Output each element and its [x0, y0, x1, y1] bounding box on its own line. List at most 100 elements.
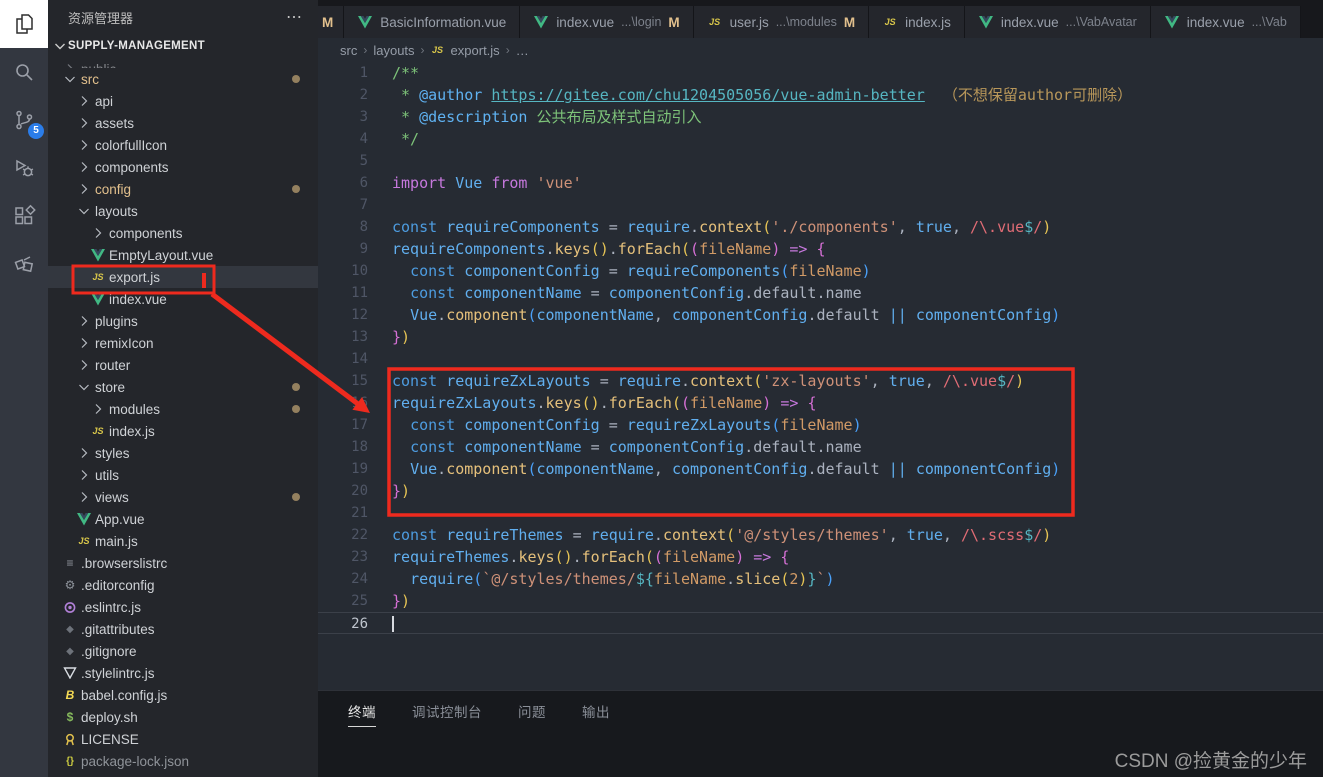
more-actions-icon[interactable]: ⋯: [286, 7, 304, 27]
tree-item-index.vue[interactable]: index.vue: [48, 288, 318, 310]
tree-item-api[interactable]: api: [48, 90, 318, 112]
code-line-9[interactable]: 9 requireComponents.keys().forEach((fileN…: [318, 238, 1323, 260]
code-line-19[interactable]: 19 Vue.component(componentName, componen…: [318, 458, 1323, 480]
tree-item-.gitignore[interactable]: ◆ .gitignore: [48, 640, 318, 662]
line-number: 17: [351, 417, 368, 433]
tree-item-LICENSE[interactable]: LICENSE: [48, 728, 318, 750]
js-file-icon: JS: [92, 272, 104, 282]
breadcrumb-item[interactable]: export.js: [451, 43, 500, 58]
tree-item-export.js[interactable]: JS export.js: [48, 266, 318, 288]
code-line-21[interactable]: 21: [318, 502, 1323, 524]
tree-item-index.js[interactable]: JS index.js: [48, 420, 318, 442]
tree-item-utils[interactable]: utils: [48, 464, 318, 486]
search-icon[interactable]: [0, 48, 48, 96]
tree-item-.browserslistrc[interactable]: ≡ .browserslistrc: [48, 552, 318, 574]
code-line-13[interactable]: 13}): [318, 326, 1323, 348]
workspace-section-header[interactable]: SUPPLY-MANAGEMENT: [48, 34, 318, 58]
line-number: 11: [351, 285, 368, 301]
tree-item-views[interactable]: views: [48, 486, 318, 508]
source-control-icon[interactable]: 5: [0, 96, 48, 144]
line-number: 6: [359, 175, 368, 191]
tree-item-components[interactable]: components: [48, 156, 318, 178]
tree-item-EmptyLayout.vue[interactable]: EmptyLayout.vue: [48, 244, 318, 266]
code-line-26[interactable]: 26: [318, 612, 1323, 634]
tree-item-.editorconfig[interactable]: ⚙ .editorconfig: [48, 574, 318, 596]
tree-item-styles[interactable]: styles: [48, 442, 318, 464]
tree-item-components[interactable]: components: [48, 222, 318, 244]
editor-tab-index.vue[interactable]: index.vue ...\login M: [520, 6, 694, 38]
code-line-2[interactable]: 2 * @author https://gitee.com/chu1204505…: [318, 84, 1323, 106]
test-explorer-icon[interactable]: [0, 240, 48, 288]
editor-tab-user.js[interactable]: JS user.js ...\modules M: [693, 6, 870, 38]
tree-item-colorfullIcon[interactable]: colorfullIcon: [48, 134, 318, 156]
tree-item-main.js[interactable]: JS main.js: [48, 530, 318, 552]
code-line-6[interactable]: 6 import Vue from 'vue': [318, 172, 1323, 194]
code-line-10[interactable]: 10 const componentConfig = requireCompon…: [318, 260, 1323, 282]
vue-file-icon: [1164, 15, 1179, 28]
tree-item-public[interactable]: public: [48, 58, 318, 68]
code-line-1[interactable]: 1/**: [318, 62, 1323, 84]
tree-item-.stylelintrc.js[interactable]: .stylelintrc.js: [48, 662, 318, 684]
tree-item-layouts[interactable]: layouts: [48, 200, 318, 222]
line-number: 14: [351, 351, 368, 367]
code-line-5[interactable]: 5: [318, 150, 1323, 172]
code-line-20[interactable]: 20}): [318, 480, 1323, 502]
tree-item-App.vue[interactable]: App.vue: [48, 508, 318, 530]
tree-item-package-lock.json[interactable]: {} package-lock.json: [48, 750, 318, 772]
tree-item-config[interactable]: config: [48, 178, 318, 200]
line-number: 18: [351, 439, 368, 455]
panel-tab-item[interactable]: 输出: [582, 701, 610, 727]
panel-tab-terminal-active[interactable]: 终端: [348, 701, 376, 727]
tree-item-plugins[interactable]: plugins: [48, 310, 318, 332]
tree-item-src[interactable]: src: [48, 68, 318, 90]
explorer-icon[interactable]: [0, 0, 48, 48]
code-editor[interactable]: 1/** 2 * @author https://gitee.com/chu120…: [318, 62, 1323, 690]
breadcrumb-item[interactable]: layouts: [373, 43, 414, 58]
code-line-4[interactable]: 4 */: [318, 128, 1323, 150]
panel-tab-item[interactable]: 调试控制台: [412, 701, 482, 727]
editor-tab-M[interactable]: M: [318, 6, 345, 38]
code-line-8[interactable]: 8 const requireComponents = require.conte…: [318, 216, 1323, 238]
tree-item-assets[interactable]: assets: [48, 112, 318, 134]
tree-item-deploy.sh[interactable]: $ deploy.sh: [48, 706, 318, 728]
extensions-icon[interactable]: [0, 192, 48, 240]
code-line-15[interactable]: 15 const requireZxLayouts = require.conte…: [318, 370, 1323, 392]
code-line-7[interactable]: 7: [318, 194, 1323, 216]
tree-item-.gitattributes[interactable]: ◆ .gitattributes: [48, 618, 318, 640]
editor-tab-index.js[interactable]: JS index.js: [869, 6, 965, 38]
modified-dot-badge: [292, 405, 300, 413]
editor-tab-BasicInformation.vue[interactable]: BasicInformation.vue: [344, 6, 521, 38]
code-line-24[interactable]: 24 require(`@/styles/themes/${fileName.s…: [318, 568, 1323, 590]
run-debug-icon[interactable]: [0, 144, 48, 192]
code-line-12[interactable]: 12 Vue.component(componentName, componen…: [318, 304, 1323, 326]
line-number: 7: [359, 197, 368, 213]
js-file-icon: JS: [432, 45, 444, 55]
tree-item-remixIcon[interactable]: remixIcon: [48, 332, 318, 354]
sidebar-title-row: 资源管理器 ⋯: [48, 0, 318, 34]
editor-tab-index.vue[interactable]: index.vue ...\VabAvatar: [964, 6, 1151, 38]
editor-tab-bar: M BasicInformation.vue index.vue ...\login M…: [318, 0, 1323, 38]
code-line-22[interactable]: 22 const requireThemes = require.context(…: [318, 524, 1323, 546]
breadcrumb-item[interactable]: …: [516, 43, 529, 58]
code-line-16[interactable]: 16 requireZxLayouts.keys().forEach((fileN…: [318, 392, 1323, 414]
code-line-3[interactable]: 3 * @description 公共布局及样式自动引入: [318, 106, 1323, 128]
scm-changes-badge: 5: [28, 123, 44, 139]
code-line-17[interactable]: 17 const componentConfig = requireZxLayo…: [318, 414, 1323, 436]
editor-group: M BasicInformation.vue index.vue ...\login M…: [318, 0, 1323, 777]
tree-item-store[interactable]: store: [48, 376, 318, 398]
code-line-23[interactable]: 23 requireThemes.keys().forEach((fileName…: [318, 546, 1323, 568]
js-file-icon: JS: [78, 536, 90, 546]
tree-item-babel.config.js[interactable]: Bbabel.config.js: [48, 684, 318, 706]
code-line-14[interactable]: 14: [318, 348, 1323, 370]
code-line-11[interactable]: 11 const componentName = componentConfig…: [318, 282, 1323, 304]
tree-item-modules[interactable]: modules: [48, 398, 318, 420]
breadcrumb: src › layouts › JS export.js ›…: [318, 38, 1323, 62]
code-line-25[interactable]: 25}): [318, 590, 1323, 612]
code-line-18[interactable]: 18 const componentName = componentConfig…: [318, 436, 1323, 458]
panel-tab-item[interactable]: 问题: [518, 701, 546, 727]
tree-item-.eslintrc.js[interactable]: .eslintrc.js: [48, 596, 318, 618]
editor-tab-index.vue[interactable]: index.vue ...\Vab: [1150, 6, 1301, 38]
breadcrumb-item[interactable]: src: [340, 43, 357, 58]
tree-item-router[interactable]: router: [48, 354, 318, 376]
bottom-panel: 终端 调试控制台 问题 输出 CSDN @捡黄金的少年: [318, 690, 1323, 777]
